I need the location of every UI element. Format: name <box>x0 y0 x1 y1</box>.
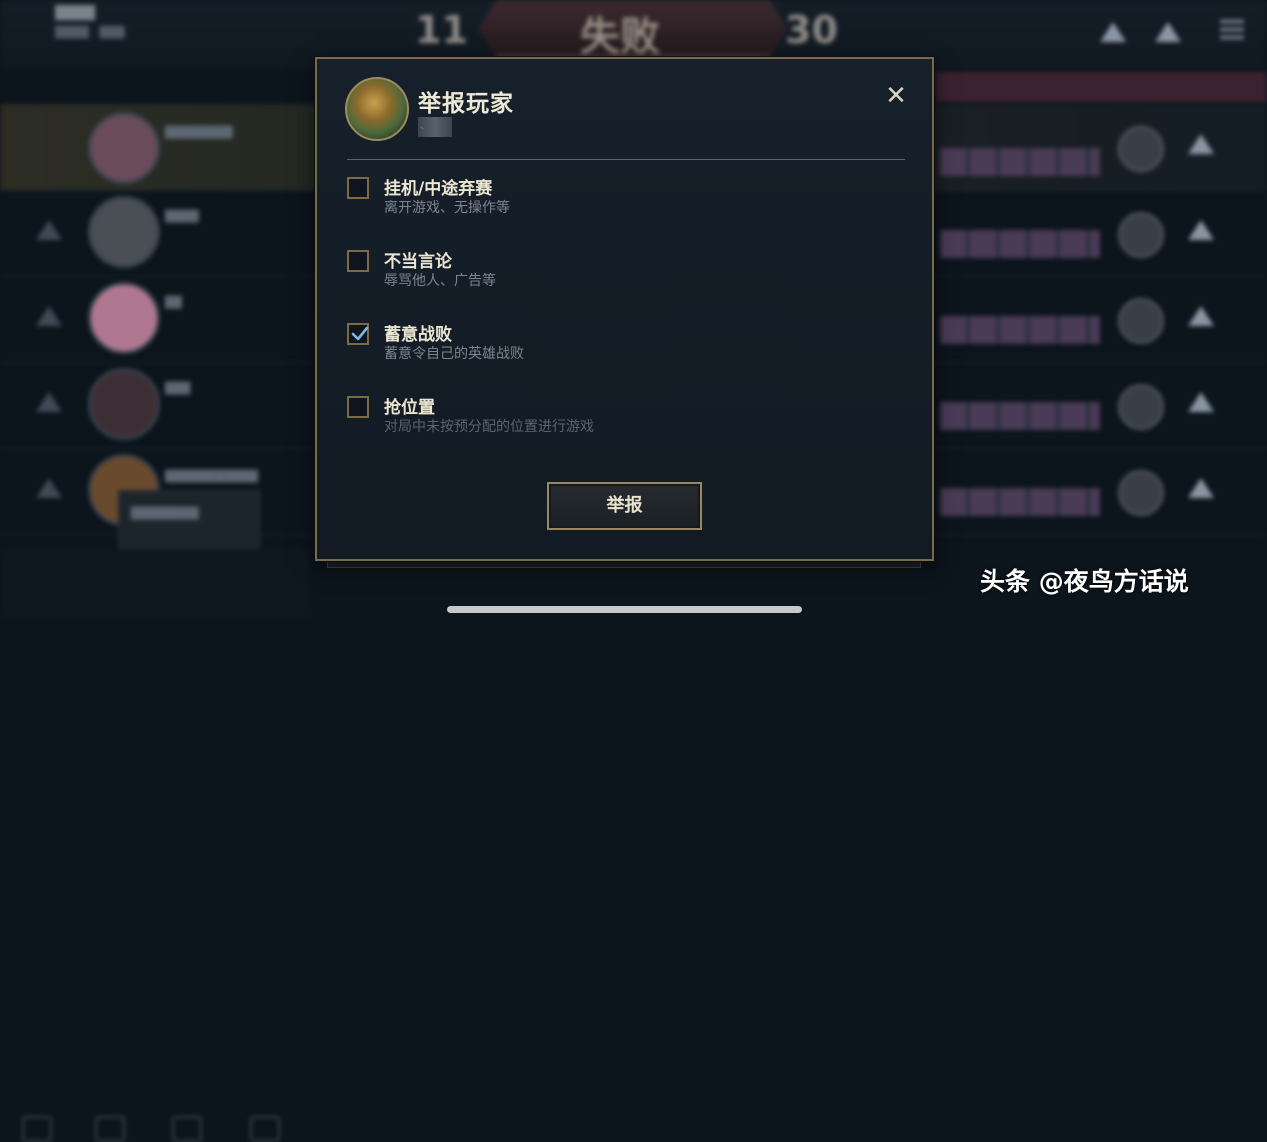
rank-icon <box>1118 470 1164 516</box>
like-icon[interactable] <box>36 220 62 240</box>
share-icon[interactable] <box>1155 22 1181 42</box>
checkmark-icon <box>351 326 369 341</box>
player-name: ████████ <box>165 126 233 139</box>
option-label: 蓄意战败 <box>384 325 452 345</box>
player-name: ███ <box>165 382 191 395</box>
option-inappropriate-speech[interactable]: 不当言论 辱骂他人、广告等 <box>347 250 847 300</box>
vision-icon[interactable] <box>250 1116 280 1142</box>
option-desc: 离开游戏、无操作等 <box>384 200 510 216</box>
rank-icon <box>1118 384 1164 430</box>
player-name: ████ <box>165 210 199 223</box>
item-slots <box>940 402 1100 430</box>
menu-icon[interactable] <box>1220 20 1244 44</box>
hero-avatar <box>345 77 409 141</box>
like-icon[interactable] <box>36 478 62 498</box>
economy-icon[interactable] <box>172 1116 202 1142</box>
player-name: ███████████ <box>165 470 259 483</box>
option-label: 抢位置 <box>384 398 435 418</box>
checkbox-afk[interactable] <box>347 177 369 199</box>
option-label: 不当言论 <box>384 252 452 272</box>
like-icon[interactable] <box>36 392 62 412</box>
tooltip-text: ████████ <box>131 507 199 520</box>
option-label: 挂机/中途弃赛 <box>384 179 493 199</box>
item-slots <box>940 148 1100 176</box>
watermark: 头条 @夜鸟方话说 <box>980 567 1189 596</box>
option-position-stealing[interactable]: 抢位置 对局中未按预分配的位置进行游戏 <box>347 396 847 446</box>
checkbox-position-stealing[interactable] <box>347 396 369 418</box>
avatar <box>88 368 160 440</box>
match-title: ████ <box>55 6 95 21</box>
checkbox-intentional-feeding[interactable] <box>347 323 369 345</box>
stats-header <box>935 72 1267 102</box>
rank-icon <box>1118 126 1164 172</box>
item-slots <box>940 316 1100 344</box>
option-desc: 辱骂他人、广告等 <box>384 273 496 289</box>
upload-icon[interactable] <box>1100 22 1126 42</box>
dialog-title: 举报玩家 <box>418 91 514 117</box>
option-desc: 对局中未按预分配的位置进行游戏 <box>384 419 594 435</box>
match-subtitle: ████ · ███ <box>55 26 125 39</box>
bottom-toolbar <box>0 548 310 1142</box>
report-button[interactable]: 举报 <box>547 482 702 530</box>
player-id: 、 <box>418 117 452 137</box>
close-icon[interactable]: ✕ <box>881 81 911 111</box>
rank-icon <box>1118 212 1164 258</box>
match-result: 失败 <box>580 14 660 60</box>
item-slots <box>940 488 1100 516</box>
checkbox-inappropriate-speech[interactable] <box>347 250 369 272</box>
divider <box>347 159 905 160</box>
avatar <box>88 196 160 268</box>
like-icon[interactable] <box>1188 134 1214 154</box>
player-name: ██ <box>165 296 182 309</box>
like-icon[interactable] <box>1188 392 1214 412</box>
like-icon[interactable] <box>1188 306 1214 326</box>
damage-icon[interactable] <box>95 1116 125 1142</box>
option-afk[interactable]: 挂机/中途弃赛 离开游戏、无操作等 <box>347 177 847 227</box>
option-desc: 蓄意令自己的英雄战败 <box>384 346 524 362</box>
avatar <box>88 282 160 354</box>
stats-icon[interactable] <box>22 1116 52 1142</box>
avatar <box>88 112 160 184</box>
like-icon[interactable] <box>1188 478 1214 498</box>
like-icon[interactable] <box>36 306 62 326</box>
rank-icon <box>1118 298 1164 344</box>
item-slots <box>940 230 1100 258</box>
home-indicator[interactable] <box>447 606 802 613</box>
score-left: 11 <box>415 8 468 52</box>
tooltip-popup: ████████ <box>118 490 260 548</box>
report-dialog: 举报玩家 、 ✕ 挂机/中途弃赛 离开游戏、无操作等 不当言论 辱骂他人、广告等… <box>315 57 934 561</box>
option-intentional-feeding[interactable]: 蓄意战败 蓄意令自己的英雄战败 <box>347 323 847 373</box>
score-right: 30 <box>785 8 838 52</box>
like-icon[interactable] <box>1188 220 1214 240</box>
